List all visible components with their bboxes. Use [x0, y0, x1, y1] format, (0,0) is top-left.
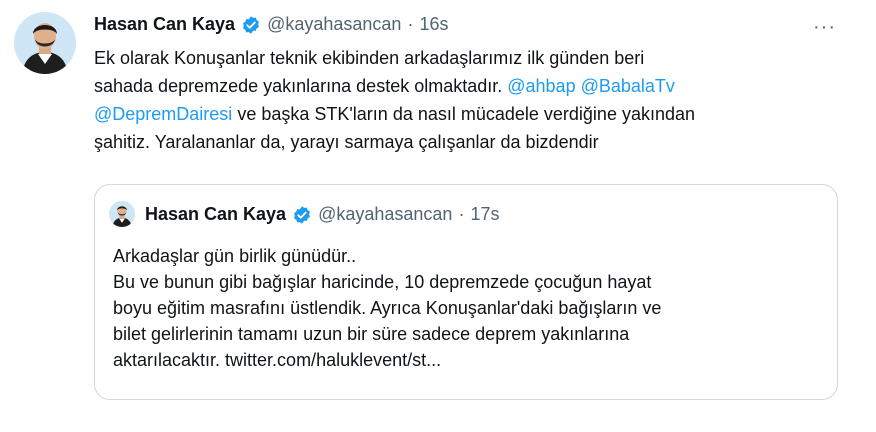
quoted-tweet[interactable]: Hasan Can Kaya @kayahasancan · 17s Arkad… [94, 184, 838, 400]
tweet-text: Ek olarak Konuşanlar teknik ekibinden ar… [94, 44, 854, 156]
more-icon[interactable]: ··· [813, 16, 836, 39]
author-handle[interactable]: @kayahasancan [267, 14, 401, 35]
tweet-line-2-text: sahada depremzede yakınlarına destek olm… [94, 76, 508, 96]
mention-babalatv-link[interactable]: @BabalaTv [581, 76, 675, 96]
tweet-line-3: @DepremDairesi ve başka STK'ların da nas… [94, 100, 854, 128]
tweet-time[interactable]: 16s [419, 14, 448, 35]
quoted-line-1: Arkadaşlar gün birlik günüdür.. [113, 246, 357, 266]
mention-ahbap-link[interactable]: @ahbap [507, 76, 575, 96]
quoted-handle: @kayahasancan [318, 204, 453, 224]
quoted-line-4: bilet gelirlerinin tamamı uzun bir süre … [113, 324, 630, 344]
quoted-time: 17s [470, 204, 500, 224]
tweet-line-4: şahitiz. Yaralananlar da, yarayı sarmaya… [94, 132, 599, 152]
quoted-avatar [109, 201, 135, 227]
quoted-author-name: Hasan Can Kaya [145, 204, 287, 224]
tweet-header: Hasan Can Kaya @kayahasancan · 16s [94, 14, 448, 35]
verified-badge-icon [292, 205, 312, 225]
quoted-text: Arkadaşlar gün birlik günüdür.. Bu ve bu… [113, 243, 823, 373]
avatar[interactable] [14, 12, 76, 74]
verified-badge-icon [241, 15, 261, 35]
author-name[interactable]: Hasan Can Kaya [94, 14, 235, 35]
quoted-line-3: boyu eğitim masrafını üstlendik. Ayrıca … [113, 298, 662, 318]
quoted-line-2: Bu ve bunun gibi bağışlar haricinde, 10 … [113, 272, 652, 292]
tweet-line-2: sahada depremzede yakınlarına destek olm… [94, 72, 854, 100]
mention-depremdairesi-link[interactable]: @DepremDairesi [94, 104, 232, 124]
quoted-line-5: aktarılacaktır. twitter.com/haluklevent/… [113, 350, 442, 370]
tweet-line-3-text: ve başka STK'ların da nasıl mücadele ver… [232, 104, 696, 124]
tweet-line-1: Ek olarak Konuşanlar teknik ekibinden ar… [94, 48, 645, 68]
quoted-header: Hasan Can Kaya @kayahasancan · 17s [145, 204, 499, 225]
quoted-separator-dot: · [458, 204, 465, 224]
separator-dot: · [407, 14, 414, 34]
